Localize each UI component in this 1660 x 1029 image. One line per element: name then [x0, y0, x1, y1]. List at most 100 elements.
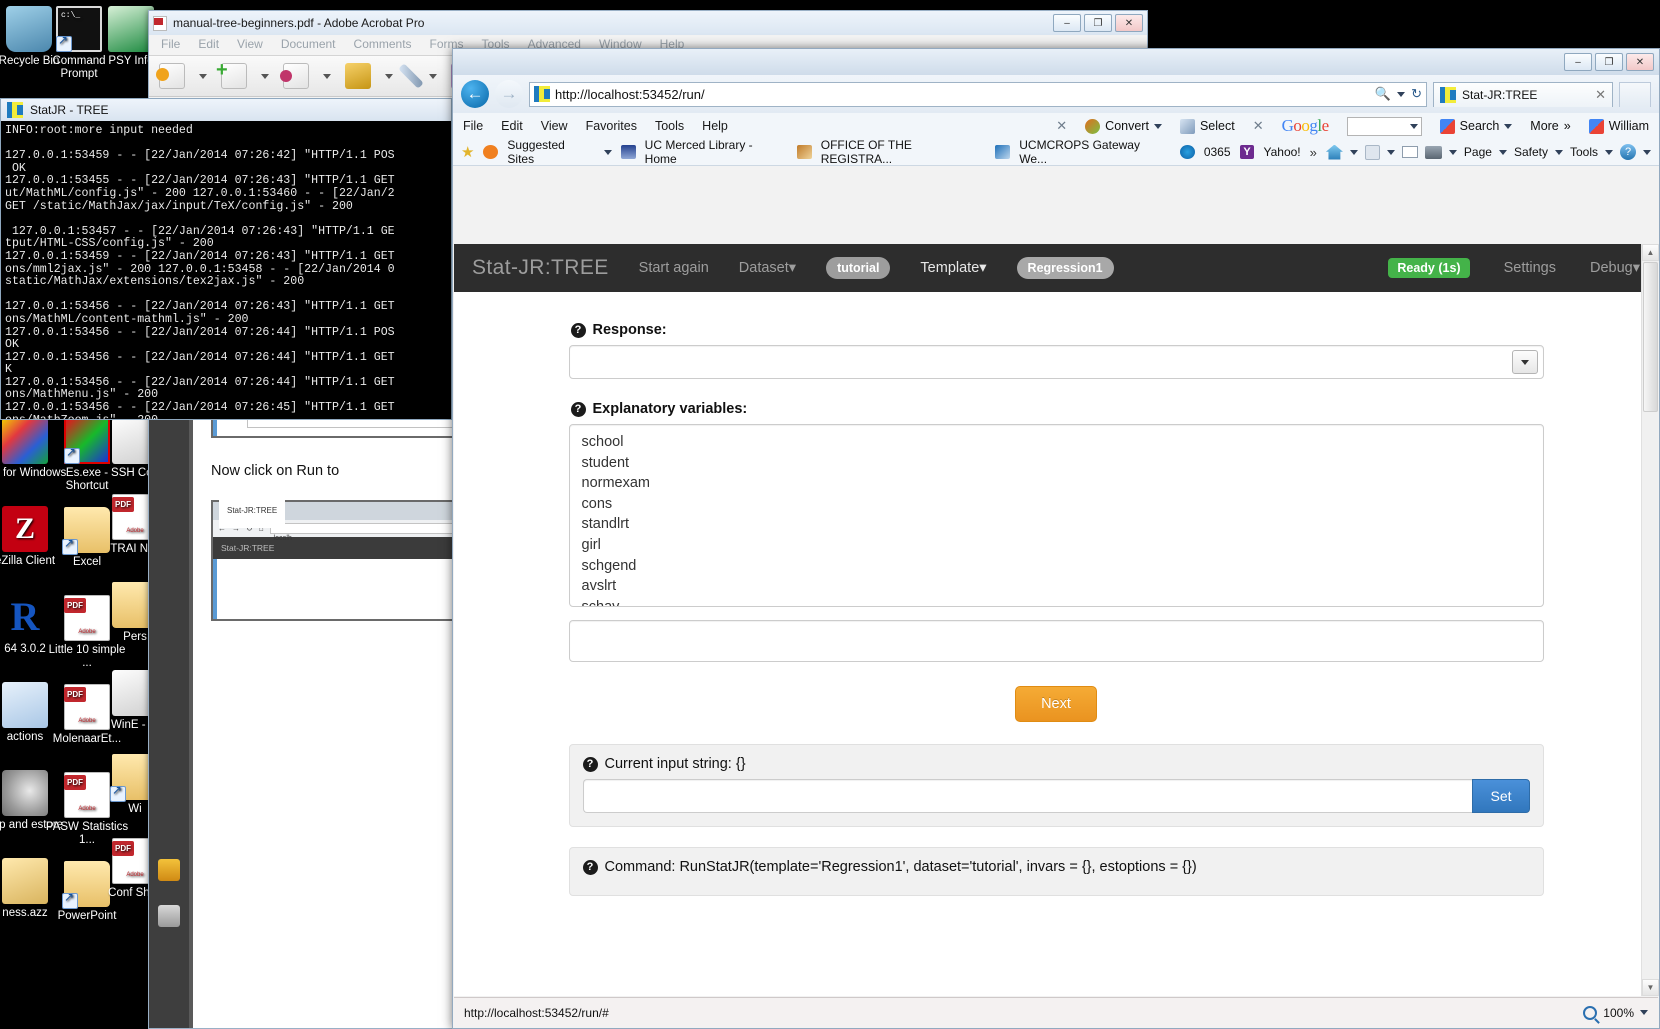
chevron-down-icon[interactable] [429, 73, 437, 79]
add-page-icon[interactable] [216, 59, 247, 89]
help-icon[interactable]: ? [1620, 144, 1636, 160]
favorite-office-registrar[interactable]: OFFICE OF THE REGISTRA... [821, 138, 987, 166]
browser-menu-file[interactable]: File [463, 119, 483, 133]
acrobat-minimize-button[interactable]: – [1053, 14, 1081, 32]
sign-pen-icon[interactable] [398, 63, 424, 89]
list-item[interactable]: standlrt [582, 514, 1543, 535]
help-icon[interactable]: ? [582, 756, 598, 772]
refresh-icon[interactable]: ↻ [1411, 86, 1422, 102]
chevron-down-icon[interactable] [1640, 1010, 1648, 1015]
chevron-down-icon[interactable] [1605, 149, 1613, 155]
safety-menu[interactable]: Safety [1514, 145, 1548, 159]
current-input-string-input[interactable] [582, 779, 1473, 813]
explanatory-variables-listbox[interactable]: school student normexam cons standlrt gi… [568, 424, 1544, 607]
console-window[interactable]: StatJR - TREE INFO:root:more input neede… [0, 98, 452, 420]
help-icon[interactable]: ? [582, 859, 598, 875]
nav-debug-menu[interactable]: Debug▾ [1590, 260, 1640, 276]
favorite-0365[interactable]: 0365 [1204, 145, 1231, 159]
list-item[interactable]: avslrt [582, 576, 1543, 597]
browser-menu-edit[interactable]: Edit [501, 119, 523, 133]
acrobat-menu-document[interactable]: Document [281, 37, 336, 53]
list-item[interactable]: girl [582, 535, 1543, 556]
nav-template-menu[interactable]: Template▾ [920, 260, 986, 276]
chevron-down-icon[interactable] [1511, 350, 1538, 374]
tools-menu[interactable]: Tools [1570, 145, 1598, 159]
chevron-down-icon[interactable] [603, 149, 612, 155]
browser-tab[interactable]: Stat-JR:TREE ✕ [1433, 81, 1613, 107]
chevron-down-icon[interactable] [261, 73, 269, 79]
browser-minimize-button[interactable]: – [1564, 53, 1592, 71]
nav-settings[interactable]: Settings [1504, 260, 1556, 276]
next-button[interactable]: Next [1015, 686, 1097, 722]
favorites-star-icon[interactable]: ★ [461, 143, 474, 161]
favorites-overflow-icon[interactable]: » [1310, 145, 1317, 160]
scroll-up-button[interactable]: ▲ [1642, 244, 1659, 261]
chevron-down-icon[interactable] [1643, 149, 1651, 155]
acrobat-menu-edit[interactable]: Edit [198, 37, 219, 53]
chevron-down-icon[interactable] [1386, 149, 1395, 155]
rss-icon[interactable] [1364, 144, 1380, 160]
favorite-yahoo[interactable]: Yahoo! [1263, 145, 1300, 159]
close-toolbar-left-icon[interactable]: ✕ [1056, 118, 1067, 134]
convert-button[interactable]: Convert [1085, 118, 1162, 134]
app-brand[interactable]: Stat-JR:TREE [472, 256, 609, 280]
browser-maximize-button[interactable]: ❐ [1595, 53, 1623, 71]
print-icon[interactable] [1424, 145, 1442, 159]
list-item[interactable]: cons [582, 494, 1543, 515]
secure-lock-icon[interactable] [345, 63, 371, 89]
google-search-input[interactable] [1346, 116, 1422, 136]
scroll-down-button[interactable]: ▼ [1642, 979, 1659, 996]
favorite-uc-merced-library[interactable]: UC Merced Library - Home [645, 138, 788, 166]
chevron-down-icon[interactable] [1498, 149, 1507, 155]
acrobat-menu-view[interactable]: View [237, 37, 263, 53]
comment-bubble-icon[interactable] [158, 859, 180, 881]
acrobat-menu-comments[interactable]: Comments [354, 37, 412, 53]
browser-window[interactable]: – ❐ ✕ ← → http://localhost:53452/run/ 🔍 … [452, 48, 1660, 1029]
chevron-down-icon[interactable] [1554, 149, 1563, 155]
mail-icon[interactable] [1401, 146, 1418, 158]
browser-menu-favorites[interactable]: Favorites [586, 119, 637, 133]
attachment-clip-icon[interactable] [158, 905, 180, 927]
set-button[interactable]: Set [1472, 779, 1530, 813]
forward-button[interactable]: → [495, 80, 523, 108]
suggested-sites-label[interactable]: Suggested Sites [507, 138, 594, 166]
combine-files-icon[interactable] [280, 63, 309, 89]
chevron-down-icon[interactable] [1409, 123, 1418, 129]
selected-variables-box[interactable] [568, 620, 1544, 662]
chevron-down-icon[interactable] [1504, 123, 1513, 129]
back-button[interactable]: ← [461, 80, 489, 108]
close-toolbar-right-icon[interactable]: ✕ [1253, 118, 1264, 134]
chevron-down-icon[interactable] [1349, 149, 1358, 155]
response-select[interactable] [568, 345, 1544, 379]
acrobat-close-button[interactable]: ✕ [1115, 14, 1143, 32]
browser-menu-tools[interactable]: Tools [655, 119, 684, 133]
user-button[interactable]: William [1588, 118, 1649, 134]
nav-dataset-menu[interactable]: Dataset▾ [739, 260, 796, 276]
page-menu[interactable]: Page [1464, 145, 1492, 159]
address-bar[interactable]: http://localhost:53452/run/ 🔍 ↻ [529, 81, 1427, 107]
favorite-ucmcrops[interactable]: UCMCROPS Gateway We... [1019, 138, 1171, 166]
browser-menu-help[interactable]: Help [702, 119, 728, 133]
nav-start-again[interactable]: Start again [639, 260, 709, 276]
page-scrollbar[interactable]: ▲ ▼ [1641, 244, 1659, 996]
chevron-down-icon[interactable] [1448, 149, 1457, 155]
list-item[interactable]: school [582, 432, 1543, 453]
chevron-down-icon[interactable] [323, 73, 331, 79]
nav-template-pill[interactable]: Regression1 [1016, 257, 1114, 279]
chevron-down-icon[interactable] [385, 73, 393, 79]
help-icon[interactable]: ? [570, 401, 586, 417]
list-item[interactable]: schav [582, 597, 1543, 606]
acrobat-menu-file[interactable]: File [161, 37, 180, 53]
browser-menu-view[interactable]: View [541, 119, 568, 133]
create-pdf-icon[interactable] [156, 63, 185, 89]
more-button[interactable]: More » [1530, 119, 1570, 133]
close-icon[interactable]: ✕ [1595, 87, 1606, 103]
scrollbar-thumb[interactable] [1643, 262, 1658, 412]
nav-dataset-pill[interactable]: tutorial [826, 257, 891, 279]
select-button[interactable]: Select [1179, 118, 1235, 134]
new-tab-button[interactable] [1619, 81, 1651, 107]
chevron-down-icon[interactable] [199, 73, 207, 79]
list-item[interactable]: student [582, 453, 1543, 474]
help-icon[interactable]: ? [570, 322, 586, 338]
search-icon[interactable]: 🔍 [1375, 86, 1391, 102]
